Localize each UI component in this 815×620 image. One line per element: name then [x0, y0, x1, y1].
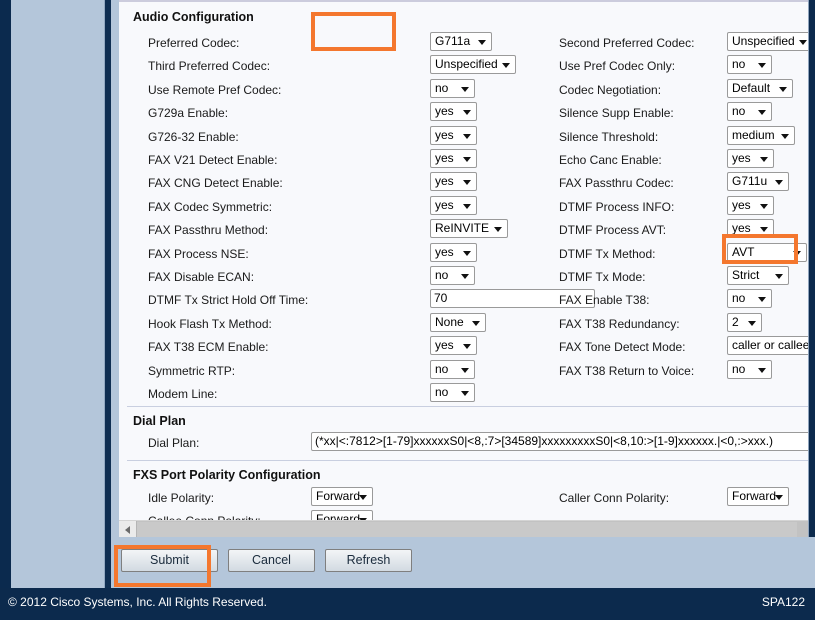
section-title-audio-configuration: Audio Configuration: [133, 10, 254, 24]
fxs-label-idle-polarity: Idle Polarity:: [148, 491, 215, 505]
fxs-label-caller-conn-polarity: Caller Conn Polarity:: [559, 491, 670, 505]
audio-select-symmetric-rtp[interactable]: no: [430, 359, 475, 379]
audio-label-dtmf-process-avt: DTMF Process AVT:: [559, 223, 667, 238]
audio-select-fax-t38-ecm-enable[interactable]: yes: [430, 336, 477, 356]
audio-select-echo-canc-enable[interactable]: yes: [727, 149, 774, 168]
horizontal-scrollbar[interactable]: [119, 520, 808, 538]
audio-select-dtmf-process-info[interactable]: yes: [727, 195, 774, 215]
section-title-dial-plan: Dial Plan: [133, 414, 186, 428]
audio-select-fax-v21-detect-enable[interactable]: yes: [430, 149, 477, 168]
audio-label-dtmf-tx-strict-hold-off-time: DTMF Tx Strict Hold Off Time:: [148, 293, 309, 308]
cancel-button[interactable]: Cancel: [228, 549, 315, 572]
scroll-left-arrow-icon[interactable]: [119, 521, 137, 538]
audio-label-second-preferred-codec: Second Preferred Codec:: [559, 36, 695, 50]
audio-select-dtmf-tx-mode[interactable]: Strict: [727, 266, 789, 285]
form-action-bar: Submit Cancel Refresh: [111, 537, 815, 588]
configuration-content-panel: Audio Configuration Preferred Codec: G711…: [119, 0, 809, 588]
audio-select-dtmf-tx-method[interactable]: AVT: [727, 242, 807, 262]
audio-label-third-preferred-codec: Third Preferred Codec:: [148, 59, 271, 74]
audio-select-fax-t38-redundancy[interactable]: 2: [727, 312, 762, 332]
audio-select-codec-negotiation[interactable]: Default: [727, 78, 793, 98]
audio-select-fax-codec-symmetric[interactable]: yes: [430, 195, 477, 215]
audio-label-use-remote-pref-codec: Use Remote Pref Codec:: [148, 82, 282, 97]
fxs-select-caller-conn-polarity[interactable]: Forward: [727, 487, 789, 506]
page-footer: © 2012 Cisco Systems, Inc. All Rights Re…: [0, 588, 815, 620]
divider-dialplan-fxs: [127, 460, 808, 461]
dial-plan-label: Dial Plan:: [148, 436, 200, 450]
audio-label-fax-t38-redundancy: FAX T38 Redundancy:: [559, 316, 680, 331]
divider-audio-dialplan: [127, 406, 808, 407]
audio-label-fax-passthru-codec: FAX Passthru Codec:: [559, 176, 674, 191]
audio-select-fax-passthru-codec[interactable]: G711u: [727, 172, 789, 192]
scrollbar-thumb[interactable]: [137, 522, 797, 537]
audio-label-codec-negotiation: Codec Negotiation:: [559, 82, 662, 97]
audio-label-hook-flash-tx-method: Hook Flash Tx Method:: [148, 316, 272, 331]
audio-label-g729a-enable: G729a Enable:: [148, 106, 229, 121]
audio-label-fax-codec-symmetric: FAX Codec Symmetric:: [148, 199, 273, 214]
audio-select-dtmf-process-avt[interactable]: yes: [727, 219, 774, 239]
audio-select-g729a-enable[interactable]: yes: [430, 102, 477, 122]
section-title-fxs-port-polarity: FXS Port Polarity Configuration: [133, 468, 321, 482]
settings-form: Audio Configuration Preferred Codec: G711…: [119, 2, 808, 530]
audio-label-silence-threshold: Silence Threshold:: [559, 129, 659, 144]
audio-label-fax-passthru-method: FAX Passthru Method:: [148, 223, 269, 238]
audio-select-fax-process-nse[interactable]: yes: [430, 242, 477, 262]
audio-label-fax-cng-detect-enable: FAX CNG Detect Enable:: [148, 176, 283, 191]
audio-label-fax-disable-ecan: FAX Disable ECAN:: [148, 270, 255, 284]
audio-label-echo-canc-enable: Echo Canc Enable:: [559, 153, 662, 167]
left-rail: [0, 0, 11, 588]
sidebar-panel[interactable]: [11, 0, 105, 588]
audio-select-fax-passthru-method[interactable]: ReINVITE: [430, 219, 508, 239]
dial-plan-input[interactable]: (*xx|<:7812>[1-79]xxxxxxS0|<8,:7>[34589]…: [311, 432, 808, 451]
audio-label-fax-enable-t38: FAX Enable T38:: [559, 293, 650, 308]
audio-label-use-pref-codec-only: Use Pref Codec Only:: [559, 59, 676, 74]
audio-label-dtmf-tx-method: DTMF Tx Method:: [559, 246, 656, 261]
audio-label-silence-supp-enable: Silence Supp Enable:: [559, 106, 674, 121]
audio-select-fax-tone-detect-mode[interactable]: caller or callee: [727, 336, 808, 356]
audio-select-fax-disable-ecan[interactable]: no: [430, 266, 475, 285]
audio-label-fax-process-nse: FAX Process NSE:: [148, 246, 249, 261]
audio-label-fax-t38-return-to-voice: FAX T38 Return to Voice:: [559, 363, 695, 378]
submit-button[interactable]: Submit: [121, 549, 218, 572]
application-window: Audio Configuration Preferred Codec: G711…: [0, 0, 815, 620]
audio-select-use-remote-pref-codec[interactable]: no: [430, 78, 475, 98]
audio-select-use-pref-codec-only[interactable]: no: [727, 55, 772, 75]
copyright-text: © 2012 Cisco Systems, Inc. All Rights Re…: [8, 595, 267, 609]
audio-select-fax-t38-return-to-voice[interactable]: no: [727, 359, 772, 379]
audio-select-third-preferred-codec[interactable]: Unspecified: [430, 55, 516, 75]
audio-label-dtmf-process-info: DTMF Process INFO:: [559, 199, 675, 214]
audio-label-dtmf-tx-mode: DTMF Tx Mode:: [559, 270, 646, 284]
sidebar-edge-strip: [111, 0, 119, 588]
audio-label-g726-32-enable: G726-32 Enable:: [148, 129, 239, 144]
fxs-select-idle-polarity[interactable]: Forward: [311, 487, 373, 506]
audio-select-second-preferred-codec[interactable]: Unspecified: [727, 32, 808, 51]
audio-select-fax-cng-detect-enable[interactable]: yes: [430, 172, 477, 192]
audio-label-fax-tone-detect-mode: FAX Tone Detect Mode:: [559, 340, 686, 355]
device-model-label: SPA122: [761, 595, 805, 609]
audio-label-fax-v21-detect-enable: FAX V21 Detect Enable:: [148, 153, 278, 167]
audio-select-silence-threshold[interactable]: medium: [727, 125, 795, 145]
audio-select-preferred-codec[interactable]: G711a: [430, 32, 492, 51]
refresh-button[interactable]: Refresh: [325, 549, 412, 572]
audio-label-symmetric-rtp: Symmetric RTP:: [148, 363, 236, 378]
audio-select-modem-line[interactable]: no: [430, 383, 475, 402]
audio-label-fax-t38-ecm-enable: FAX T38 ECM Enable:: [148, 340, 269, 355]
audio-select-hook-flash-tx-method[interactable]: None: [430, 312, 486, 332]
audio-select-silence-supp-enable[interactable]: no: [727, 102, 772, 122]
audio-select-fax-enable-t38[interactable]: no: [727, 289, 772, 309]
audio-label-modem-line: Modem Line:: [148, 387, 218, 401]
audio-select-g726-32-enable[interactable]: yes: [430, 125, 477, 145]
audio-label-preferred-codec: Preferred Codec:: [148, 36, 240, 50]
